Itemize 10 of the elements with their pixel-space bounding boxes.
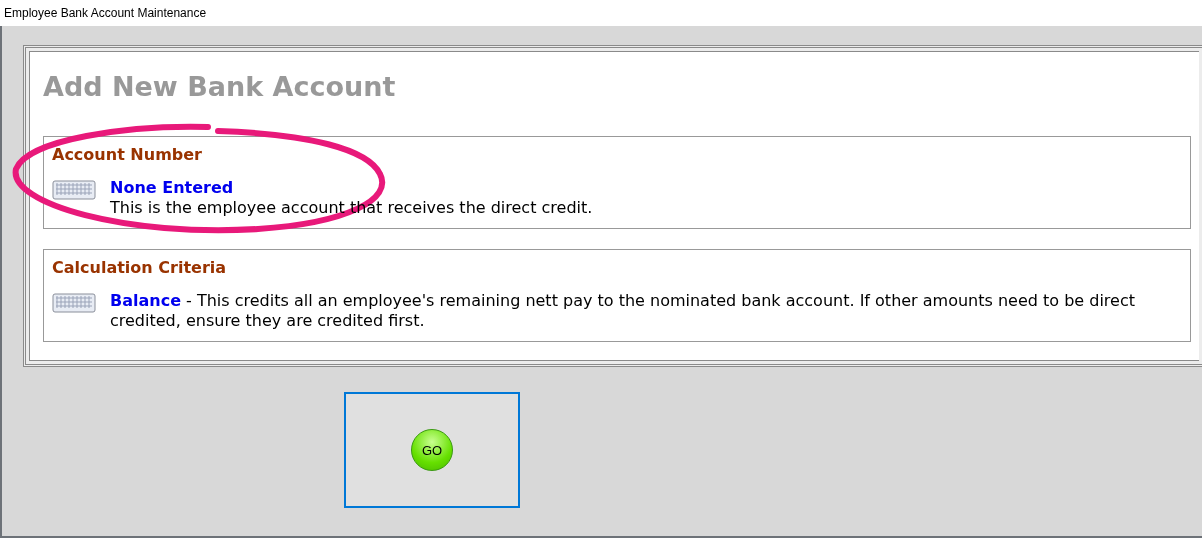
keyboard-icon[interactable] bbox=[52, 180, 96, 200]
page-heading: Add New Bank Account bbox=[43, 70, 397, 104]
section-title: Calculation Criteria bbox=[52, 258, 228, 277]
go-button[interactable]: GO bbox=[411, 429, 453, 471]
keyboard-icon[interactable] bbox=[52, 293, 96, 313]
section-description: Balance - This credits all an employee's remaining nett pay to the nominated bank account. If other amounts need to be direct credited, ensure they are credited first. bbox=[110, 291, 1136, 331]
criteria-link[interactable]: Balance bbox=[110, 291, 181, 310]
window-title: Employee Bank Account Maintenance bbox=[4, 6, 207, 20]
section-title: Account Number bbox=[52, 145, 203, 164]
account-number-link[interactable]: None Entered bbox=[110, 178, 593, 198]
